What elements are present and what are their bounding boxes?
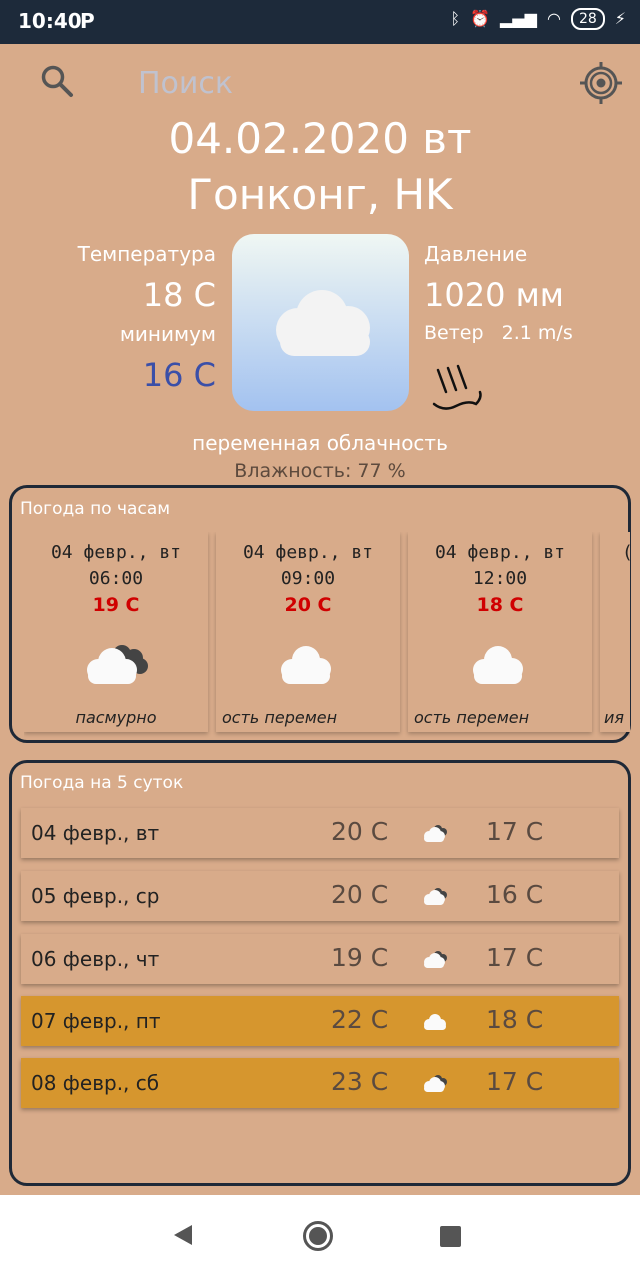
wind-value: 2.1 m/s [501, 322, 573, 344]
daily-min-temp: 17 C [486, 1067, 544, 1096]
signal-icon: ▂▄▆ [500, 9, 537, 28]
hourly-date: 04 февр., вт [50, 542, 182, 563]
daily-forecast-panel: Погода на 5 суток 04 февр., вт 20 C 17 C… [9, 760, 631, 1186]
hourly-card[interactable]: 04 февр., вт 09:00 20 C ость перемен [216, 532, 400, 732]
hourly-date: 04 февр., вт [242, 542, 374, 563]
back-icon[interactable] [172, 1223, 194, 1247]
daily-max-temp: 20 C [331, 880, 389, 909]
hourly-date: 04 февр., вт [434, 542, 566, 563]
daily-row[interactable]: 06 февр., чт 19 C 17 C [21, 934, 619, 984]
daily-min-temp: 17 C [486, 943, 544, 972]
daily-title: Погода на 5 суток [20, 773, 184, 793]
hourly-temp: 20 C [284, 594, 332, 616]
hourly-scroll[interactable]: 04 февр., вт 06:00 19 C пасмурно 04 февр… [24, 532, 630, 742]
status-bar: 10:40 P ᛒ ⏰ ▂▄▆ ◠ 28 ⚡ [0, 0, 640, 44]
weather-icon-tile [232, 234, 409, 411]
hourly-date: ( [622, 542, 630, 563]
hourly-card[interactable]: ( ия [600, 532, 630, 732]
daily-date: 06 февр., чт [31, 947, 160, 971]
daily-min-temp: 18 C [486, 1005, 544, 1034]
cloud-icon [473, 646, 523, 684]
daily-min-temp: 17 C [486, 817, 544, 846]
daily-date: 04 февр., вт [31, 821, 160, 845]
daily-min-temp: 16 C [486, 880, 544, 909]
hourly-time: 09:00 [280, 568, 336, 589]
cloud-icon [424, 1014, 446, 1030]
daily-row[interactable]: 07 февр., пт 22 C 18 C [21, 996, 619, 1046]
temperature-label: Температура [77, 242, 216, 266]
pressure-label: Давление [424, 242, 528, 266]
hourly-description: ость перемен [222, 708, 338, 727]
cloud-icon [281, 646, 331, 684]
city-name: Гонконг, HK [187, 170, 453, 219]
current-date: 04.02.2020 вт [168, 114, 472, 163]
pressure-value: 1020 мм [424, 276, 564, 314]
hourly-description: пасмурно [75, 708, 157, 727]
daily-row[interactable]: 05 февр., ср 20 C 16 C [21, 871, 619, 921]
navigation-bar [0, 1195, 640, 1280]
parking-icon: P [80, 9, 95, 33]
cloud-dark-icon [424, 1075, 447, 1092]
location-target-icon[interactable] [578, 60, 624, 106]
alarm-icon: ⏰ [470, 9, 491, 28]
daily-max-temp: 19 C [331, 943, 389, 972]
hourly-description: ия [604, 708, 625, 727]
hourly-temp: 18 C [476, 594, 524, 616]
daily-row[interactable]: 08 февр., сб 23 C 17 C [21, 1058, 619, 1108]
hourly-description: ость перемен [414, 708, 530, 727]
cloud-dark-icon [424, 951, 447, 968]
daily-date: 05 февр., ср [31, 884, 160, 908]
hourly-forecast-panel: Погода по часам 04 февр., вт 06:00 19 C … [9, 485, 631, 743]
app-screen: 04.02.2020 вт Гонконг, HK Температура 18… [0, 44, 640, 1195]
cloud-dark-icon [87, 645, 148, 684]
status-time: 10:40 [18, 9, 82, 33]
hourly-card[interactable]: 04 февр., вт 12:00 18 C ость перемен [408, 532, 592, 732]
hourly-time: 06:00 [88, 568, 144, 589]
home-icon[interactable] [302, 1220, 334, 1252]
min-temp-value: 16 C [142, 356, 216, 394]
daily-max-temp: 23 C [331, 1067, 389, 1096]
cloud-icon [276, 290, 370, 356]
hourly-card[interactable]: 04 февр., вт 06:00 19 C пасмурно [24, 532, 208, 732]
wind-label: Ветер [424, 322, 484, 344]
search-input[interactable] [136, 62, 520, 104]
charging-icon: ⚡ [614, 9, 626, 28]
hourly-title: Погода по часам [20, 499, 171, 519]
min-temp-label: минимум [119, 322, 216, 346]
daily-max-temp: 22 C [331, 1005, 389, 1034]
hourly-temp: 19 C [92, 594, 140, 616]
daily-date: 08 февр., сб [31, 1071, 160, 1095]
cloud-dark-icon [424, 825, 447, 842]
weather-description: переменная облачность [192, 431, 448, 455]
battery-icon: 28 [570, 8, 605, 30]
humidity: Влажность: 77 % [234, 460, 406, 482]
daily-row[interactable]: 04 февр., вт 20 C 17 C [21, 808, 619, 858]
bluetooth-icon: ᛒ [450, 9, 461, 28]
daily-date: 07 февр., пт [31, 1009, 161, 1033]
hourly-time: 12:00 [472, 568, 528, 589]
temperature-value: 18 C [142, 276, 216, 314]
wind-icon [432, 364, 482, 410]
cloud-dark-icon [424, 888, 447, 905]
wifi-icon: ◠ [546, 9, 561, 28]
daily-max-temp: 20 C [331, 817, 389, 846]
recent-apps-icon[interactable] [440, 1226, 461, 1247]
search-icon[interactable] [40, 64, 74, 98]
